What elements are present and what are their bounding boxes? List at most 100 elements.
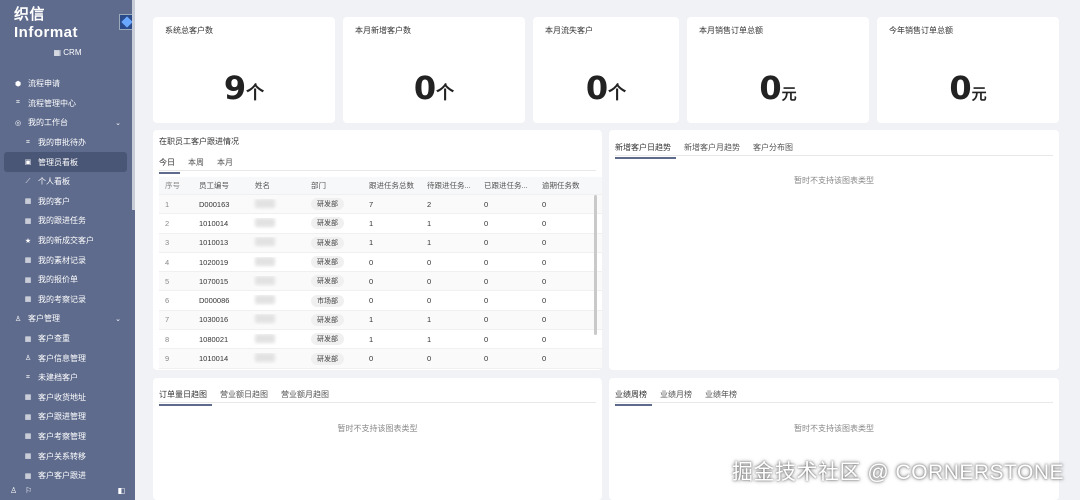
table-icon: ▦ <box>24 472 32 480</box>
tab-daily-new-customers[interactable]: 新增客户日趋势 <box>615 142 676 159</box>
table-cell: 0 <box>542 218 547 228</box>
tab-yearly-ranking[interactable]: 业绩年榜 <box>705 389 742 406</box>
customer-trend-panel: 新增客户日趋势 新增客户月趋势 客户分布图 暂时不支持该图表类型 <box>609 130 1059 370</box>
sidebar-item[interactable]: ▦ 客户收货地址 <box>0 388 135 408</box>
table-row[interactable]: 9 1010014 研发部 0 0 0 0 <box>159 349 602 369</box>
table-row[interactable]: 7 1030016 研发部 1 1 0 0 <box>159 310 602 331</box>
tab-customer-distribution[interactable]: 客户分布图 <box>753 142 798 159</box>
tab-this-month[interactable]: 本月 <box>217 157 238 174</box>
sidebar-item[interactable]: ★ 我的新成交客户 <box>0 231 135 251</box>
column-header[interactable]: 员工编号 <box>193 180 249 191</box>
department-tag: 研发部 <box>311 333 344 346</box>
department-tag: 研发部 <box>311 256 344 269</box>
tab-monthly-new-customers[interactable]: 新增客户月趋势 <box>684 142 745 159</box>
sidebar-item[interactable]: ⌗ 我的审批待办 <box>0 133 135 153</box>
sidebar-item[interactable]: ▦ 客户关系转移 <box>0 446 135 466</box>
grid-icon: ⌗ <box>26 373 30 381</box>
column-header[interactable]: 逾期任务数 <box>536 180 596 191</box>
table-row[interactable]: 3 1010013 研发部 1 1 0 0 <box>159 233 602 253</box>
employee-name-cell <box>249 295 305 306</box>
tab-weekly-ranking[interactable]: 业绩周榜 <box>615 389 652 406</box>
column-header[interactable]: 序号 <box>159 180 193 191</box>
app-switcher[interactable]: ▦ CRM <box>0 44 135 62</box>
department-tag: 研发部 <box>311 275 344 288</box>
column-header[interactable]: 待跟进任务... <box>421 180 478 191</box>
sidebar-item-label: 客户查重 <box>38 334 70 344</box>
table-cell: 0 <box>484 334 489 344</box>
table-row[interactable]: 4 1020019 研发部 0 0 0 0 <box>159 253 602 273</box>
sidebar-item[interactable]: ▦ 我的素材记录 <box>0 250 135 270</box>
sidebar-item[interactable]: ▦ 我的跟进任务 <box>0 211 135 231</box>
sidebar-item[interactable]: ⌗ 未建档客户 <box>0 368 135 388</box>
table-cell: 1030016 <box>199 315 229 325</box>
tab-monthly-revenue[interactable]: 营业额月趋图 <box>281 389 334 406</box>
table-icon: ▦ <box>24 296 32 304</box>
sidebar: 织信 Informat ▦ CRM ⬢ 流程申请 ⌗ 流程管理中心 ◎ 我的工作台 ⌄ ⌗ 我的… <box>0 0 135 500</box>
table-cell: 0 <box>542 199 547 209</box>
column-header[interactable]: 跟进任务总数 <box>363 180 421 191</box>
table-cell: 0 <box>542 296 547 306</box>
table-row[interactable]: 2 1010014 研发部 1 1 0 0 <box>159 214 602 234</box>
sidebar-item-label: 我的考察记录 <box>38 294 86 304</box>
sidebar-item[interactable]: ♙ 客户信息管理 <box>0 348 135 368</box>
tab-monthly-ranking[interactable]: 业绩月榜 <box>660 389 697 406</box>
sidebar-item-label: 我的审批待办 <box>38 138 86 148</box>
followup-table: 序号 员工编号 姓名 部门 跟进任务总数 待跟进任务... 已跟进任务... 逾… <box>159 177 602 369</box>
redacted-name <box>255 217 275 227</box>
empty-chart-message: 暂时不支持该图表类型 <box>337 424 418 433</box>
redacted-name <box>255 333 275 343</box>
user-icon[interactable]: ♙ <box>10 486 17 495</box>
tab-today[interactable]: 今日 <box>159 157 180 174</box>
sidebar-item-label: 我的客户 <box>38 196 70 206</box>
table-cell: 0 <box>369 257 374 267</box>
sidebar-item[interactable]: ▦ 客户跟进管理 <box>0 407 135 427</box>
table-icon: ▦ <box>24 217 32 225</box>
table-cell: 0 <box>542 354 547 364</box>
sidebar-item[interactable]: ▦ 我的客户 <box>0 192 135 212</box>
table-row[interactable]: 6 D000086 市场部 0 0 0 0 <box>159 291 602 311</box>
table-cell: 1 <box>369 334 374 344</box>
sidebar-item[interactable]: ▦ 我的报价单 <box>0 270 135 290</box>
table-cell: 1 <box>369 218 374 228</box>
notification-icon[interactable]: ⚐ <box>25 486 32 495</box>
table-scrollbar[interactable] <box>594 195 597 335</box>
sidebar-item[interactable]: ◎ 我的工作台 ⌄ <box>0 113 135 133</box>
stat-value: 0个 <box>413 69 455 107</box>
tab-this-week[interactable]: 本周 <box>188 157 209 174</box>
sidebar-item[interactable]: ▦ 我的考察记录 <box>0 290 135 310</box>
sidebar-item[interactable]: ▦ 客户考察管理 <box>0 427 135 447</box>
grid-icon: ⌗ <box>26 138 30 146</box>
column-header[interactable]: 姓名 <box>249 180 305 191</box>
department-tag: 市场部 <box>311 294 344 307</box>
table-row[interactable]: 8 1080021 研发部 1 1 0 0 <box>159 330 602 350</box>
department-cell: 研发部 <box>305 217 363 230</box>
sidebar-item[interactable]: ▣ 管理员看板 <box>4 152 127 172</box>
sidebar-scrollbar[interactable] <box>132 0 135 210</box>
table-row[interactable]: 5 1070015 研发部 0 0 0 0 <box>159 272 602 292</box>
sidebar-item[interactable]: ▦ 客户查重 <box>0 329 135 349</box>
sidebar-item[interactable]: ⬢ 流程申请 <box>0 74 135 94</box>
department-tag: 研发部 <box>311 217 344 230</box>
chevron-down-icon[interactable]: ⌄ <box>115 315 121 323</box>
sidebar-item[interactable]: ⌗ 流程管理中心 <box>0 94 135 114</box>
chevron-down-icon[interactable]: ⌄ <box>115 119 121 127</box>
sidebar-item[interactable]: ♙ 客户管理 ⌄ <box>0 309 135 329</box>
column-header[interactable]: 已跟进任务... <box>478 180 536 191</box>
column-header[interactable]: 部门 <box>305 180 363 191</box>
department-tag: 研发部 <box>311 236 344 249</box>
grid-icon: ⌗ <box>16 99 20 107</box>
department-cell: 研发部 <box>305 256 363 269</box>
employee-name-cell <box>249 237 305 248</box>
trend-tabs: 新增客户日趋势 新增客户月趋势 客户分布图 <box>615 142 806 159</box>
watermark: 掘金技术社区 @ CORNERSTONE <box>732 461 1064 484</box>
sidebar-item[interactable]: ⟋ 个人看板 <box>0 172 135 192</box>
app-logo[interactable]: 织信 Informat <box>0 0 135 44</box>
tab-daily-orders[interactable]: 订单量日趋图 <box>159 389 212 406</box>
redacted-name <box>255 314 275 324</box>
collapse-sidebar-icon[interactable]: ◧ <box>117 486 125 495</box>
table-row[interactable]: 1 D000163 研发部 7 2 0 0 <box>159 195 602 215</box>
table-cell: 1 <box>427 218 432 228</box>
table-cell: 0 <box>542 315 547 325</box>
tab-daily-revenue[interactable]: 营业额日趋图 <box>220 389 273 406</box>
table-cell: 0 <box>427 257 432 267</box>
